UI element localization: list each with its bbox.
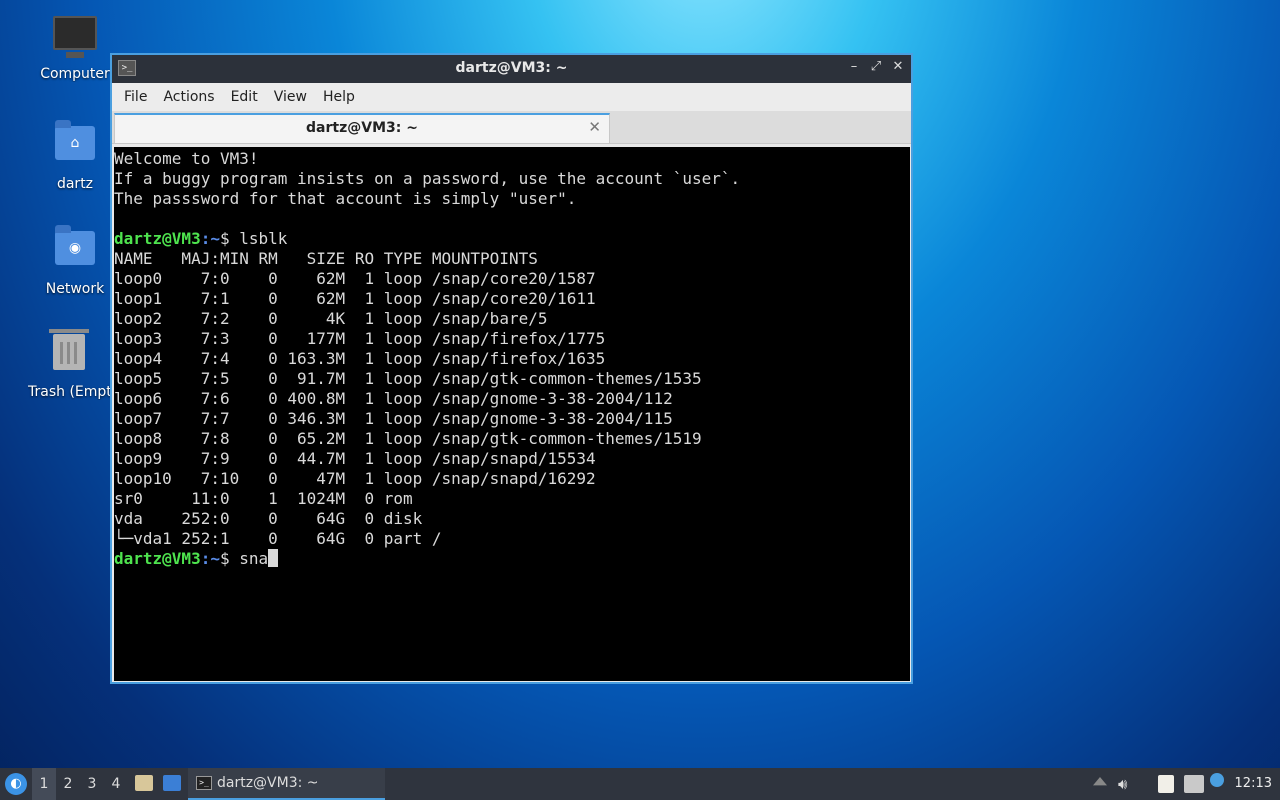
desktop-icon-label: Network: [45, 281, 105, 297]
update-notifier-icon[interactable]: [1210, 773, 1224, 787]
current-input[interactable]: sna: [239, 549, 268, 568]
prompt-symbol: $: [219, 549, 240, 568]
show-desktop-icon[interactable]: [163, 775, 181, 791]
window-titlebar[interactable]: >_ dartz@VM3: ~ – ⤢ ✕: [112, 55, 911, 83]
input-line[interactable]: dartz@VM3:~$ sna: [114, 549, 910, 569]
desktop-icon-network[interactable]: ◉ Network: [28, 223, 122, 297]
task-label: dartz@VM3: ~: [217, 775, 319, 791]
terminal-output[interactable]: Welcome to VM3! If a buggy program insist…: [114, 147, 910, 681]
command-line: dartz@VM3:~$ lsblk: [114, 229, 910, 249]
menu-edit[interactable]: Edit: [223, 89, 266, 105]
menu-view[interactable]: View: [266, 89, 315, 105]
output-line: loop9 7:9 0 44.7M 1 loop /snap/snapd/155…: [114, 449, 596, 468]
minimize-button[interactable]: –: [847, 59, 861, 75]
output-line: loop7 7:7 0 346.3M 1 loop /snap/gnome-3-…: [114, 409, 673, 428]
desktop-icon-computer[interactable]: Computer: [28, 16, 122, 82]
file-manager-icon[interactable]: [135, 775, 153, 791]
tab-terminal[interactable]: dartz@VM3: ~ ✕: [114, 113, 610, 143]
workspace-1[interactable]: 1: [32, 768, 56, 800]
clipboard-icon[interactable]: [1158, 775, 1174, 793]
desktop-icon-trash[interactable]: Trash (Empty): [28, 328, 110, 400]
network-folder-icon: ◉: [53, 225, 97, 275]
output-line: NAME MAJ:MIN RM SIZE RO TYPE MOUNTPOINTS: [114, 249, 538, 268]
maximize-button[interactable]: ⤢: [869, 59, 883, 75]
close-button[interactable]: ✕: [891, 59, 905, 75]
prompt-path: :~: [200, 549, 220, 568]
desktop-icon-home[interactable]: ⌂ dartz: [28, 118, 122, 192]
network-icon[interactable]: [1184, 775, 1204, 793]
taskbar-task-terminal[interactable]: >_ dartz@VM3: ~: [188, 768, 385, 800]
output-line: loop0 7:0 0 62M 1 loop /snap/core20/1587: [114, 269, 596, 288]
terminal-icon: >_: [196, 776, 212, 790]
welcome-line: [114, 209, 910, 229]
output-line: loop5 7:5 0 91.7M 1 loop /snap/gtk-commo…: [114, 369, 702, 388]
output-line: sr0 11:0 1 1024M 0 rom: [114, 489, 413, 508]
desktop-icon-label: dartz: [56, 176, 94, 192]
desktop-icon-label: Computer: [40, 66, 110, 82]
output-line: └─vda1 252:1 0 64G 0 part /: [114, 529, 442, 548]
welcome-line: The passsword for that account is simply…: [114, 189, 577, 208]
welcome-line: Welcome to VM3!: [114, 149, 259, 168]
tab-bar: dartz@VM3: ~ ✕: [112, 111, 911, 144]
menubar: File Actions Edit View Help: [112, 83, 911, 111]
output-line: vda 252:0 0 64G 0 disk: [114, 509, 423, 528]
prompt-user: dartz@VM3: [114, 549, 201, 568]
output-line: loop8 7:8 0 65.2M 1 loop /snap/gtk-commo…: [114, 429, 702, 448]
prompt-path: :~: [200, 229, 220, 248]
home-folder-icon: ⌂: [53, 120, 97, 170]
tab-label: dartz@VM3: ~: [306, 120, 418, 136]
menu-actions[interactable]: Actions: [155, 89, 222, 105]
output-line: loop1 7:1 0 62M 1 loop /snap/core20/1611: [114, 289, 596, 308]
workspace-4[interactable]: 4: [104, 768, 128, 800]
prompt-symbol: $: [219, 229, 240, 248]
eject-icon[interactable]: [1093, 777, 1107, 786]
welcome-line: If a buggy program insists on a password…: [114, 169, 741, 188]
prompt-user: dartz@VM3: [114, 229, 201, 248]
output-line: loop4 7:4 0 163.3M 1 loop /snap/firefox/…: [114, 349, 606, 368]
desktop-icon-label: Trash (Empty): [28, 384, 110, 400]
workspace-3[interactable]: 3: [80, 768, 104, 800]
workspace-2[interactable]: 2: [56, 768, 80, 800]
output-line: loop6 7:6 0 400.8M 1 loop /snap/gnome-3-…: [114, 389, 673, 408]
lubuntu-start-icon[interactable]: ◐: [5, 773, 27, 795]
tab-close-icon[interactable]: ✕: [588, 118, 601, 136]
clock[interactable]: 12:13: [1235, 776, 1272, 791]
output-line: loop10 7:10 0 47M 1 loop /snap/snapd/162…: [114, 469, 596, 488]
menu-file[interactable]: File: [116, 89, 155, 105]
output-line: loop2 7:2 0 4K 1 loop /snap/bare/5: [114, 309, 548, 328]
menu-help[interactable]: Help: [315, 89, 363, 105]
computer-icon: [53, 16, 97, 60]
trash-icon: [47, 329, 91, 378]
terminal-window: >_ dartz@VM3: ~ – ⤢ ✕ File Actions Edit …: [110, 53, 913, 684]
volume-icon[interactable]: 🔊︎: [1118, 775, 1136, 793]
window-title: dartz@VM3: ~: [455, 60, 568, 76]
output-line: loop3 7:3 0 177M 1 loop /snap/firefox/17…: [114, 329, 606, 348]
command-text: lsblk: [239, 229, 288, 248]
taskbar: ◐ 1 2 3 4 >_ dartz@VM3: ~ 🔊︎ 12:13: [0, 768, 1280, 800]
text-cursor: [268, 549, 279, 567]
